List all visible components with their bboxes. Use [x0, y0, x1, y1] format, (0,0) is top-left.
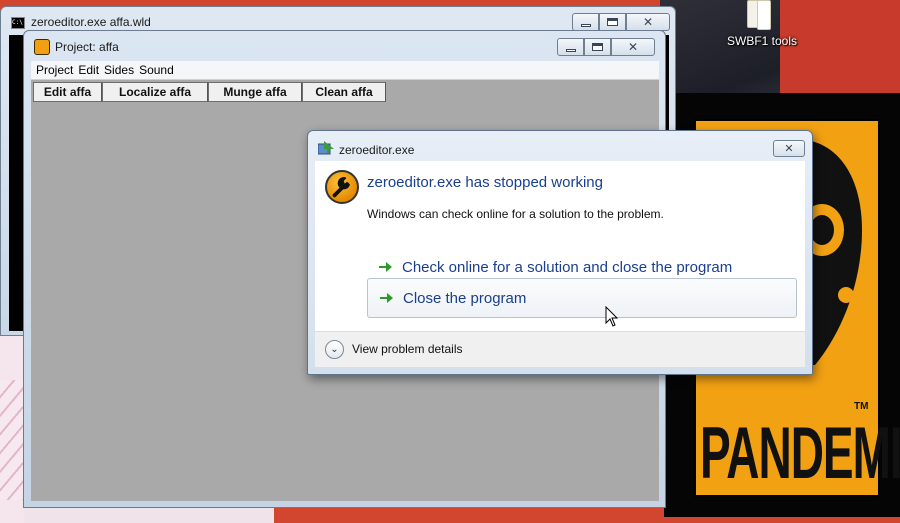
maximize-icon — [607, 18, 618, 26]
wrench-icon — [325, 170, 359, 204]
console-icon: C:\ — [11, 17, 25, 29]
desktop-shortcut-swbf1-tools[interactable]: SWBF1 tools — [722, 0, 802, 52]
green-arrow-icon — [379, 262, 392, 272]
menu-edit[interactable]: Edit — [78, 63, 99, 77]
close-icon: ✕ — [627, 40, 639, 54]
error-dialog[interactable]: zeroeditor.exe ✕ zeroeditor.exe has stop… — [307, 130, 813, 375]
close-button[interactable]: ✕ — [626, 13, 670, 31]
mouse-pointer-icon — [605, 306, 619, 327]
chevron-down-icon[interactable]: ⌄ — [325, 340, 344, 359]
project-title: Project: affa — [55, 40, 119, 54]
console-title: zeroeditor.exe affa.wld — [31, 15, 151, 29]
console-titlebar: C:\ zeroeditor.exe affa.wld — [11, 15, 151, 29]
dialog-content: zeroeditor.exe has stopped working Windo… — [315, 161, 805, 331]
project-window-controls: ✕ — [557, 38, 655, 56]
app-icon — [318, 141, 334, 155]
action-button-strip: Edit affa Localize affa Munge affa Clean… — [33, 82, 386, 103]
dialog-title: zeroeditor.exe — [339, 143, 415, 157]
green-arrow-icon — [380, 293, 393, 303]
minimize-button[interactable] — [557, 38, 584, 56]
localize-affa-button[interactable]: Localize affa — [102, 82, 208, 102]
menu-sides[interactable]: Sides — [104, 63, 134, 77]
pandemic-wordmark: PANDEMIC — [700, 410, 900, 494]
edit-affa-button[interactable]: Edit affa — [33, 82, 102, 102]
project-titlebar: Project: affa ✕ — [24, 31, 665, 61]
dialog-heading: zeroeditor.exe has stopped working — [367, 174, 603, 191]
menu-sound[interactable]: Sound — [139, 63, 174, 77]
wrench-app-icon — [34, 39, 50, 55]
close-button[interactable]: ✕ — [611, 38, 655, 56]
menu-project[interactable]: Project — [36, 63, 73, 77]
folder-icon — [747, 0, 775, 30]
console-window-controls: ✕ — [572, 13, 670, 31]
dialog-close-button[interactable]: ✕ — [773, 140, 805, 157]
menu-bar: Project Edit Sides Sound — [31, 61, 659, 79]
shortcut-label: SWBF1 tools — [726, 34, 798, 48]
minimize-button[interactable] — [572, 13, 599, 31]
view-problem-details-link[interactable]: View problem details — [352, 342, 463, 356]
close-program-option[interactable]: Close the program — [367, 278, 797, 318]
minimize-icon — [580, 23, 591, 27]
maximize-button[interactable] — [599, 13, 626, 31]
dialog-footer: ⌄ View problem details — [315, 331, 805, 367]
close-program-label: Close the program — [403, 289, 527, 307]
munge-affa-button[interactable]: Munge affa — [208, 82, 302, 102]
maximize-button[interactable] — [584, 38, 611, 56]
dialog-description: Windows can check online for a solution … — [367, 207, 664, 221]
minimize-icon — [565, 48, 576, 52]
close-icon: ✕ — [784, 142, 794, 155]
maximize-icon — [592, 43, 603, 51]
close-icon: ✕ — [642, 15, 654, 29]
clean-affa-button[interactable]: Clean affa — [302, 82, 386, 102]
check-online-label: Check online for a solution and close th… — [402, 258, 733, 276]
